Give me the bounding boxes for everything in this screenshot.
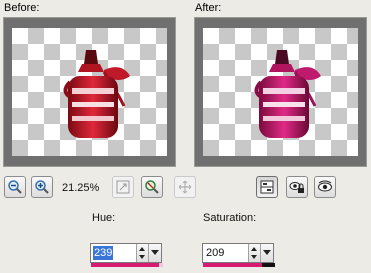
hue-dropdown-button[interactable] bbox=[148, 244, 161, 262]
eye-toggle-button[interactable] bbox=[314, 176, 336, 198]
saturation-decrement-icon[interactable] bbox=[251, 255, 257, 259]
zoom-out-button[interactable] bbox=[4, 176, 26, 198]
pan-icon bbox=[178, 180, 192, 194]
saturation-spinbox[interactable]: 209 bbox=[202, 243, 274, 263]
saturation-dropdown-button[interactable] bbox=[260, 244, 273, 262]
perfume-bottle-image bbox=[63, 50, 130, 138]
actual-size-icon bbox=[145, 180, 159, 194]
hue-stepper[interactable] bbox=[136, 244, 148, 262]
hue-decrement-icon[interactable] bbox=[139, 255, 145, 259]
zoom-out-icon bbox=[8, 180, 22, 194]
hue-increment-icon[interactable] bbox=[139, 247, 145, 251]
before-preview[interactable] bbox=[3, 17, 176, 167]
zoom-in-button[interactable] bbox=[31, 176, 53, 198]
after-preview[interactable] bbox=[194, 17, 367, 167]
hue-spinbox[interactable]: 239 bbox=[90, 243, 162, 263]
hue-label: Hue: bbox=[92, 212, 116, 224]
saturation-stepper[interactable] bbox=[248, 244, 260, 262]
perfume-bottle-image bbox=[254, 50, 321, 138]
split-view-icon bbox=[260, 180, 274, 194]
saturation-label: Saturation: bbox=[203, 212, 257, 224]
pan-button[interactable] bbox=[174, 176, 196, 198]
fit-window-icon bbox=[116, 180, 130, 194]
saturation-slider-fill bbox=[203, 263, 263, 267]
hue-slider-track[interactable] bbox=[91, 263, 163, 267]
transparency-checker bbox=[203, 28, 358, 156]
lock-icon bbox=[289, 182, 304, 193]
chevron-down-icon bbox=[151, 250, 159, 255]
transparency-checker bbox=[12, 28, 167, 156]
saturation-increment-icon[interactable] bbox=[251, 247, 257, 251]
saturation-slider-track[interactable] bbox=[203, 263, 275, 267]
hue-value[interactable]: 239 bbox=[93, 246, 114, 260]
split-view-button[interactable] bbox=[256, 176, 278, 198]
actual-size-button[interactable] bbox=[141, 176, 163, 198]
saturation-value[interactable]: 209 bbox=[205, 246, 225, 260]
hue-slider-fill bbox=[91, 263, 159, 267]
chevron-down-icon bbox=[263, 250, 271, 255]
after-label: After: bbox=[195, 2, 222, 14]
eye-icon bbox=[318, 180, 332, 192]
zoom-in-icon bbox=[35, 180, 49, 194]
zoom-level: 21.25% bbox=[62, 182, 100, 194]
lock-button[interactable] bbox=[286, 176, 308, 198]
fit-window-button[interactable] bbox=[112, 176, 134, 198]
before-label: Before: bbox=[4, 2, 40, 14]
